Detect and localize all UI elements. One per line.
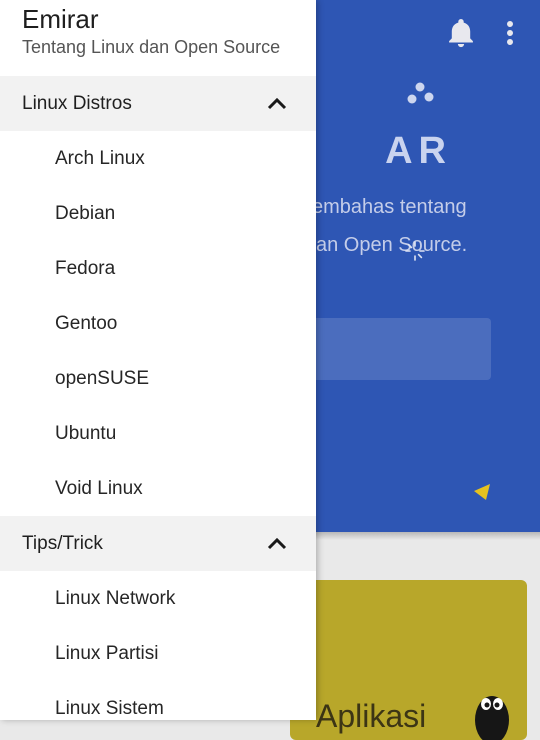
menu-item-label: Linux Sistem <box>55 698 164 719</box>
menu-item-label: Linux Network <box>55 588 176 609</box>
section-header-linux-distros[interactable]: Linux Distros <box>0 76 316 131</box>
dots-icon <box>407 82 434 104</box>
menu-item-label: Gentoo <box>55 313 118 334</box>
menu-item-gentoo[interactable]: Gentoo <box>0 296 316 351</box>
drawer-subtitle: Tentang Linux dan Open Source <box>22 37 281 57</box>
bell-icon[interactable] <box>444 16 478 50</box>
menu-item-label: Ubuntu <box>55 423 117 444</box>
menu-item-label: Fedora <box>55 258 116 279</box>
menu-item-label: Linux Partisi <box>55 643 159 664</box>
section-label: Linux Distros <box>22 93 132 114</box>
menu-item-fedora[interactable]: Fedora <box>0 241 316 296</box>
menu-item-opensuse[interactable]: openSUSE <box>0 351 316 406</box>
play-icon[interactable] <box>470 482 492 502</box>
menu-item-label: openSUSE <box>55 368 150 389</box>
card-title: Aplikasi <box>316 698 427 734</box>
menu-item-arch-linux[interactable]: Arch Linux <box>0 131 316 186</box>
drawer-title: Emirar <box>22 4 99 34</box>
menu-item-label: Debian <box>55 203 116 224</box>
menu-item-ubuntu[interactable]: Ubuntu <box>0 406 316 461</box>
menu-item-debian[interactable]: Debian <box>0 186 316 241</box>
spinner-icon <box>405 241 425 261</box>
menu-item-label: Arch Linux <box>55 148 145 169</box>
search-box[interactable] <box>300 318 491 380</box>
menu-item-linux-network[interactable]: Linux Network <box>0 571 316 626</box>
menu-item-void-linux[interactable]: Void Linux <box>0 461 316 516</box>
menu-item-label: Void Linux <box>55 478 143 499</box>
chevron-up-icon[interactable] <box>266 94 288 112</box>
menu-item-linux-partisi[interactable]: Linux Partisi <box>0 626 316 681</box>
section-header-tips-trick[interactable]: Tips/Trick <box>0 516 316 571</box>
drawer-header: Emirar Tentang Linux dan Open Source <box>0 0 316 76</box>
chevron-up-icon[interactable] <box>266 534 288 552</box>
more-vert-icon[interactable] <box>498 16 522 50</box>
navigation-drawer: Emirar Tentang Linux dan Open Source Lin… <box>0 0 316 720</box>
section-label: Tips/Trick <box>22 533 103 554</box>
menu-item-linux-sistem[interactable]: Linux Sistem <box>0 681 316 720</box>
feature-card[interactable]: Aplikasi <box>290 580 527 740</box>
tux-icon <box>475 696 509 740</box>
